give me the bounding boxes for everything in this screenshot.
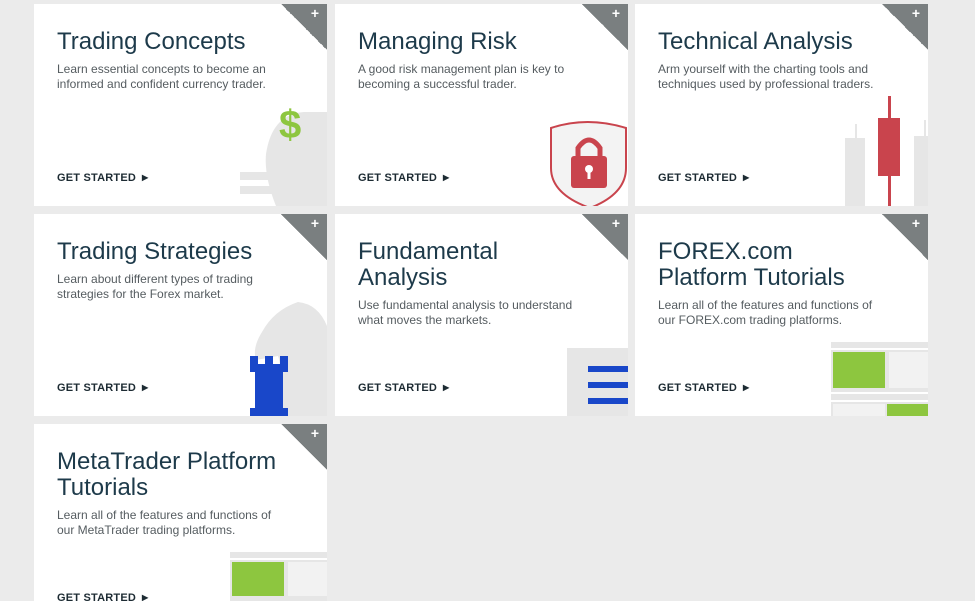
arrow-right-icon: ▶ <box>142 593 149 601</box>
card-trading-strategies[interactable]: + Trading Strategies Learn about differe… <box>34 214 327 416</box>
get-started-link[interactable]: GET STARTED ▶ <box>658 172 749 184</box>
platform-window-icon <box>230 552 327 601</box>
arrow-right-icon: ▶ <box>142 383 149 392</box>
cta-label: GET STARTED <box>57 382 136 394</box>
card-forex-platform-tutorials[interactable]: + FOREX.com Platform Tutorials Learn all… <box>635 214 928 416</box>
get-started-link[interactable]: GET STARTED ▶ <box>57 592 148 601</box>
cta-label: GET STARTED <box>358 172 437 184</box>
card-fundamental-analysis[interactable]: + Fundamental Analysis Use fundamental a… <box>335 214 628 416</box>
cta-label: GET STARTED <box>658 172 737 184</box>
svg-text:$: $ <box>279 103 301 147</box>
get-started-link[interactable]: GET STARTED ▶ <box>57 382 148 394</box>
arrow-right-icon: ▶ <box>743 173 750 182</box>
get-started-link[interactable]: GET STARTED ▶ <box>358 172 449 184</box>
arrow-right-icon: ▶ <box>443 383 450 392</box>
cta-label: GET STARTED <box>57 172 136 184</box>
card-trading-concepts[interactable]: + Trading Concepts Learn essential conce… <box>34 4 327 206</box>
arrow-right-icon: ▶ <box>142 173 149 182</box>
arrow-right-icon: ▶ <box>443 173 450 182</box>
get-started-link[interactable]: GET STARTED ▶ <box>57 172 148 184</box>
card-metatrader-platform-tutorials[interactable]: + MetaTrader Platform Tutorials Learn al… <box>34 424 327 601</box>
get-started-link[interactable]: GET STARTED ▶ <box>358 382 449 394</box>
card-managing-risk[interactable]: + Managing Risk A good risk management p… <box>335 4 628 206</box>
cta-label: GET STARTED <box>57 592 136 601</box>
cta-label: GET STARTED <box>358 382 437 394</box>
get-started-link[interactable]: GET STARTED ▶ <box>658 382 749 394</box>
arrow-right-icon: ▶ <box>743 383 750 392</box>
card-technical-analysis[interactable]: + Technical Analysis Arm yourself with t… <box>635 4 928 206</box>
cta-label: GET STARTED <box>658 382 737 394</box>
